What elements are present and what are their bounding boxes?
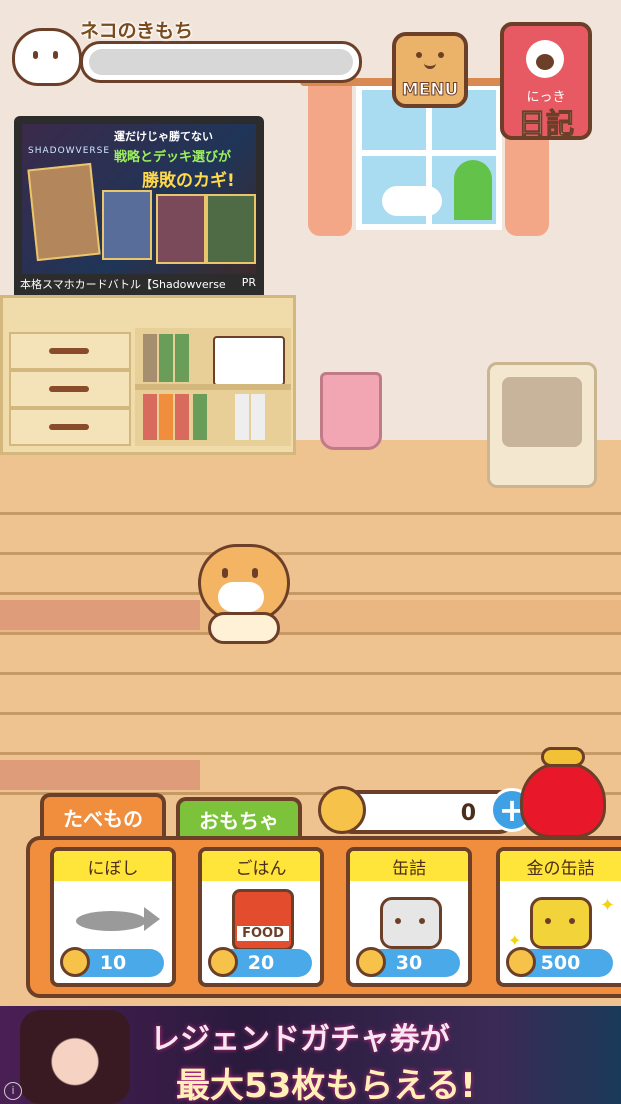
tv-ad-headline-1: 運だけじゃ勝てない <box>114 130 213 143</box>
drawer <box>9 408 131 446</box>
tab-food[interactable]: たべもの <box>40 793 166 837</box>
diary-button[interactable]: にっき 日記 <box>500 22 592 144</box>
tv-ad-pr: PR <box>241 276 256 289</box>
paw-coin-icon <box>318 786 366 834</box>
item-card-kanzume[interactable]: 缶詰 30 <box>346 847 472 987</box>
bookshelf <box>135 328 291 446</box>
ad-info-icon[interactable]: i <box>4 1082 22 1100</box>
can-icon <box>380 897 442 949</box>
sparkle-icon: ✦ <box>600 895 616 916</box>
item-card-niboshi[interactable]: にぼし 10 <box>50 847 176 987</box>
open-book-icon <box>213 336 285 386</box>
mood-bar-fill <box>89 49 353 75</box>
mood-bar <box>80 41 362 83</box>
gold-can-icon <box>530 897 592 949</box>
item-name: 金の缶詰 <box>500 851 621 881</box>
item-card-gohan[interactable]: ごはん FOOD 20 <box>198 847 324 987</box>
item-name: 缶詰 <box>350 851 468 881</box>
cabinet <box>0 295 296 455</box>
ad-character-image <box>20 1010 130 1104</box>
tv-ad-card <box>206 194 256 264</box>
tv-ad-headline-2: 戦略とデッキ選びが <box>114 150 232 165</box>
litter-box[interactable] <box>487 362 597 488</box>
drawer <box>9 370 131 408</box>
item-card-gold-kanzume[interactable]: 金の缶詰 ✦ ✦ 500 <box>496 847 621 987</box>
cat-character[interactable] <box>190 524 316 644</box>
tv-ad-screen[interactable]: SHADOWVERSE 運だけじゃ勝てない 戦略とデッキ選びが 勝敗のカギ! <box>22 124 256 274</box>
fish-icon <box>76 911 146 931</box>
paw-icon <box>526 40 564 78</box>
coin-purse-icon[interactable] <box>520 747 606 838</box>
ad-line-2: 最大53枚もらえる! <box>176 1066 476 1104</box>
paw-coin-icon <box>356 947 386 977</box>
ad-banner[interactable]: レジェンドガチャ券が 最大53枚もらえる! i <box>0 1006 621 1104</box>
drawer <box>9 332 131 370</box>
menu-button[interactable]: MENU <box>392 32 468 108</box>
food-bag-icon: FOOD <box>232 889 294 951</box>
menu-label: MENU <box>401 80 459 101</box>
tv-ad-caption: 本格スマホカードバトル【Shadowverse <box>20 278 226 291</box>
paw-coin-icon <box>60 947 90 977</box>
ad-line-1: レジェンドガチャ券が <box>150 1022 450 1057</box>
cat-face-icon <box>412 46 448 70</box>
trash-bin[interactable] <box>320 372 382 450</box>
food-bowl <box>208 612 280 644</box>
tv-ad-logo: SHADOWVERSE <box>28 146 111 156</box>
curtain-left <box>308 84 352 236</box>
mood-label: ネコのきもち <box>80 20 194 42</box>
tv-ad-card <box>156 194 206 264</box>
tv-ad-card <box>27 162 101 262</box>
paw-coin-icon <box>506 947 536 977</box>
tv-ad-headline-3: 勝敗のカギ! <box>142 171 235 191</box>
coin-count: 0 <box>460 801 476 826</box>
diary-label: 日記 <box>517 107 574 141</box>
item-name: ごはん <box>202 851 320 881</box>
cat-head-icon <box>12 28 82 86</box>
item-name: にぼし <box>54 851 172 881</box>
tv-ad-card <box>102 190 152 260</box>
tab-toys[interactable]: おもちゃ <box>176 797 302 837</box>
paw-coin-icon <box>208 947 238 977</box>
tv: SHADOWVERSE 運だけじゃ勝てない 戦略とデッキ選びが 勝敗のカギ! 本… <box>14 116 264 300</box>
